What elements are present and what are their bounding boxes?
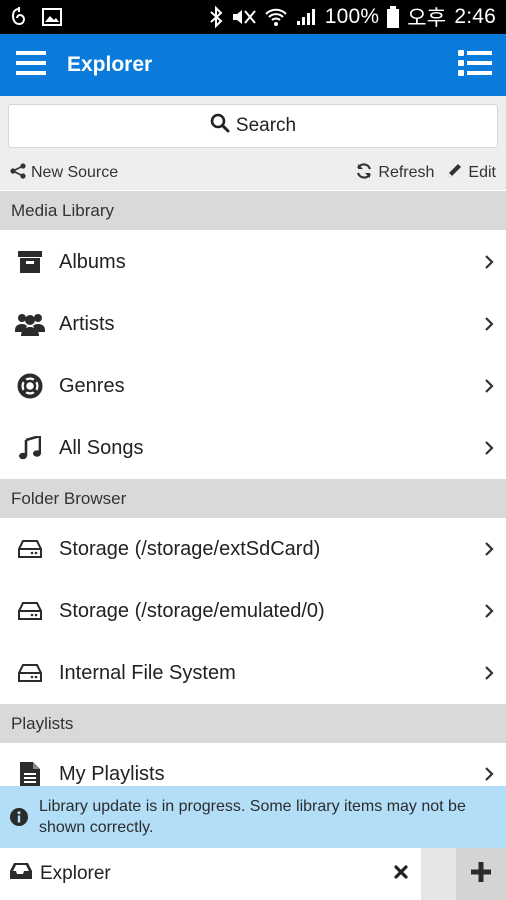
edit-label: Edit [468, 164, 496, 181]
refresh-label: Refresh [378, 164, 435, 181]
status-time: 2:46 [454, 5, 496, 28]
tab-explorer-label: Explorer [40, 863, 111, 884]
refresh-icon [355, 162, 373, 185]
edit-button[interactable]: Edit [446, 162, 496, 185]
action-row: New Source Refresh Edit [0, 156, 506, 190]
status-ampm: 오후 [407, 7, 447, 30]
wifi-icon [265, 7, 287, 27]
lifebuoy-icon [0, 373, 59, 399]
notification-icon [10, 6, 28, 28]
close-tab-button[interactable] [381, 863, 421, 885]
search-area: Search [0, 96, 506, 156]
tab-bar-spacer [421, 848, 456, 900]
section-header-folder-browser: Folder Browser [0, 479, 506, 518]
section-header-media-library: Media Library [0, 191, 506, 230]
search-label: Search [235, 115, 297, 136]
list-item-label: Genres [59, 374, 125, 397]
battery-icon [387, 6, 400, 28]
bluetooth-icon [209, 6, 223, 28]
notice-text: Library update is in progress. Some libr… [39, 798, 466, 836]
image-icon [42, 8, 62, 26]
signal-icon [295, 7, 317, 27]
tab-explorer[interactable]: Explorer [0, 848, 421, 900]
list-item-label: My Playlists [59, 762, 165, 785]
list-item-storage-emulated[interactable]: Storage (/storage/emulated/0) [0, 580, 506, 642]
section-header-playlists: Playlists [0, 704, 506, 743]
menu-button[interactable] [0, 34, 62, 96]
mute-icon [231, 7, 257, 27]
list-item-internal-file-system[interactable]: Internal File System [0, 642, 506, 704]
battery-percent: 100% [324, 5, 380, 28]
drive-icon [0, 664, 59, 682]
drive-icon [0, 540, 59, 558]
close-icon [394, 863, 408, 885]
archive-icon [0, 251, 59, 273]
list-item-artists[interactable]: Artists [0, 293, 506, 355]
list-item-label: All Songs [59, 436, 144, 459]
share-icon [10, 162, 26, 184]
list-item-label: Albums [59, 250, 126, 273]
chevron-right-icon [472, 541, 506, 557]
list-item-genres[interactable]: Genres [0, 355, 506, 417]
chevron-right-icon [472, 378, 506, 394]
list-item-label: Internal File System [59, 661, 236, 684]
users-icon [0, 312, 59, 336]
list-item-label: Storage (/storage/extSdCard) [59, 537, 321, 560]
list-item-label: Storage (/storage/emulated/0) [59, 599, 325, 622]
list-item-label: Artists [59, 312, 115, 335]
plus-icon [471, 861, 491, 887]
new-source-button[interactable]: New Source [10, 162, 119, 184]
chevron-right-icon [472, 316, 506, 332]
status-bar: 100% 오후 2:46 [0, 0, 506, 34]
chevron-right-icon [472, 603, 506, 619]
new-source-label: New Source [31, 164, 119, 181]
page-title: Explorer [67, 53, 153, 76]
app-bar: Explorer [0, 34, 506, 96]
music-note-icon [0, 436, 59, 460]
chevron-right-icon [472, 254, 506, 270]
list-view-button[interactable] [444, 34, 506, 96]
document-icon [0, 762, 59, 786]
list-item-storage-extsdcard[interactable]: Storage (/storage/extSdCard) [0, 518, 506, 580]
list-item-albums[interactable]: Albums [0, 231, 506, 293]
list-item-all-songs[interactable]: All Songs [0, 417, 506, 479]
search-icon [210, 113, 230, 139]
refresh-button[interactable]: Refresh [355, 162, 434, 185]
chevron-right-icon [472, 766, 506, 782]
inbox-icon [10, 862, 32, 886]
search-button[interactable]: Search [8, 104, 498, 148]
library-update-notice: Library update is in progress. Some libr… [0, 786, 506, 848]
chevron-right-icon [472, 665, 506, 681]
bottom-tab-bar: Explorer [0, 848, 506, 900]
chevron-right-icon [472, 440, 506, 456]
pencil-icon [446, 162, 463, 184]
list-icon [458, 49, 492, 82]
drive-icon [0, 602, 59, 620]
add-tab-button[interactable] [456, 848, 506, 900]
hamburger-icon [16, 50, 46, 81]
info-icon [10, 808, 39, 826]
